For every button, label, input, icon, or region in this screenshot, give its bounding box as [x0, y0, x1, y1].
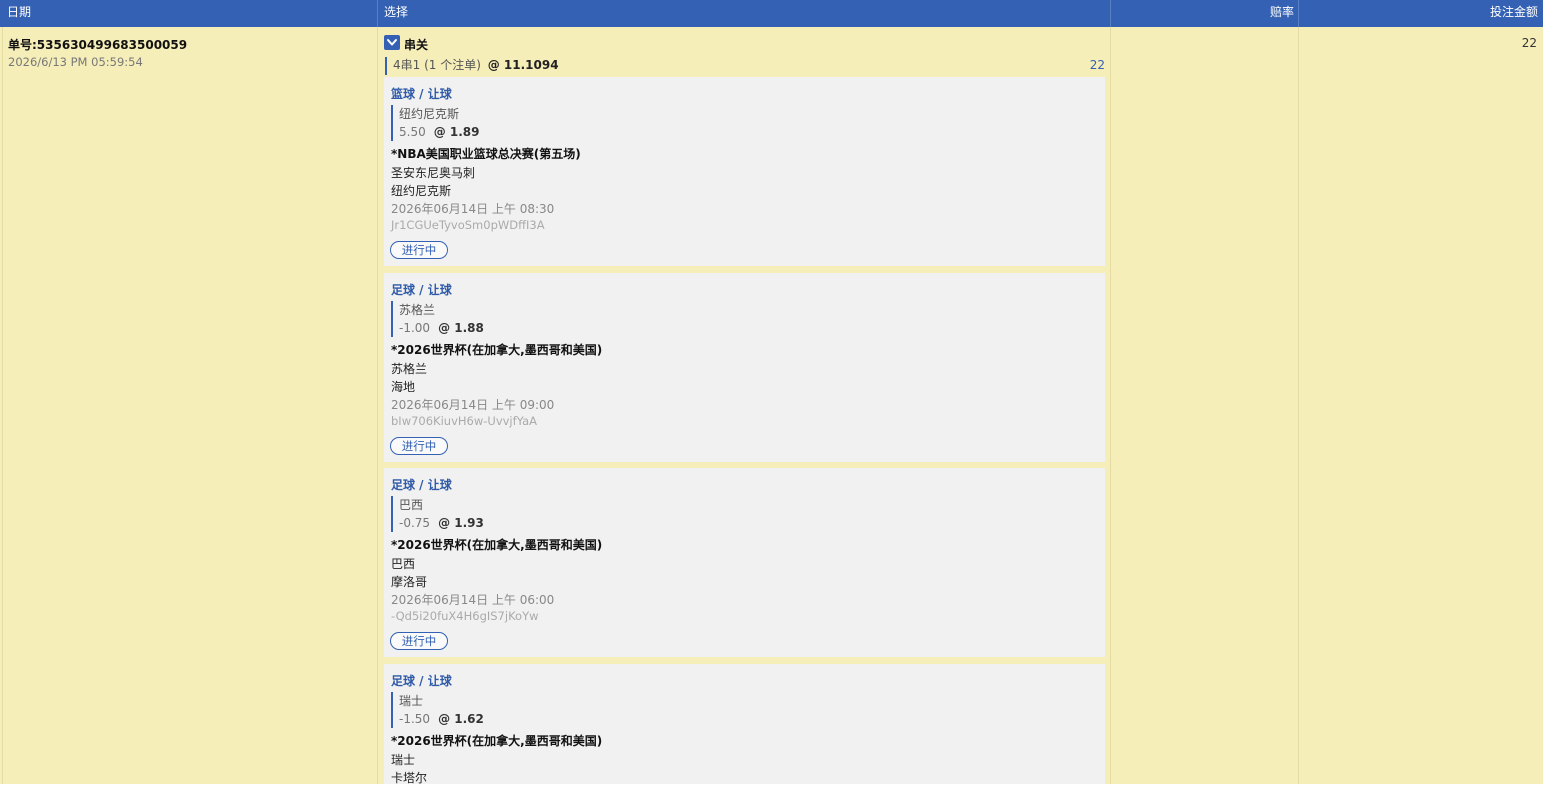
- leg-home-team: 圣安东尼奥马刺: [391, 166, 476, 180]
- stake-amount: 22: [1521, 36, 1537, 50]
- leg-selection-line: 5.50 @ 1.89: [399, 123, 480, 141]
- leg-handicap: -0.75: [399, 516, 431, 530]
- leg-selection-line: -0.75 @ 1.93: [399, 514, 484, 532]
- column-divider: [377, 27, 378, 784]
- leg-event: *2026世界杯(在加拿大,墨西哥和美国): [391, 734, 603, 748]
- leg-selection-name: 巴西: [399, 498, 424, 512]
- leg-selection-line: -1.00 @ 1.88: [399, 319, 484, 337]
- leg-code: bIw706KiuvH6w-UvvjfYaA: [391, 414, 538, 428]
- header-date: 日期: [7, 5, 32, 19]
- leg-kickoff: 2026年06月14日 上午 09:00: [391, 398, 555, 412]
- leg-selection: 苏格兰 -1.00 @ 1.88: [391, 301, 484, 337]
- parlay-summary-text: 4串1 (1 个注单): [393, 58, 481, 72]
- leg-event: *NBA美国职业篮球总决赛(第五场): [391, 147, 581, 161]
- leg-odds: @ 1.89: [433, 125, 480, 139]
- leg-selection-name: 纽约尼克斯: [399, 107, 460, 121]
- list-item: 足球 / 让球 巴西 -0.75 @ 1.93 *2026世界杯(在加拿大,墨西哥…: [384, 468, 1105, 657]
- chevron-down-icon[interactable]: [384, 35, 400, 50]
- leg-selection: 巴西 -0.75 @ 1.93: [391, 496, 484, 532]
- header-divider: [377, 0, 378, 27]
- parlay-total-odds: @ 11.1094: [487, 58, 559, 72]
- leg-handicap: -1.00: [399, 321, 431, 335]
- leg-home-team: 瑞士: [391, 753, 416, 767]
- list-item: 篮球 / 让球 纽约尼克斯 5.50 @ 1.89 *NBA美国职业篮球总决赛(第…: [384, 77, 1105, 266]
- leg-odds: @ 1.93: [438, 516, 484, 530]
- parlay-amount: 22: [1089, 58, 1105, 72]
- column-divider: [1110, 27, 1111, 784]
- leg-selection-name: 瑞士: [399, 694, 424, 708]
- header-selection: 选择: [384, 5, 409, 19]
- leg-selection-line: -1.50 @ 1.62: [399, 710, 484, 728]
- list-item: 足球 / 让球 苏格兰 -1.00 @ 1.88 *2026世界杯(在加拿大,墨西…: [384, 273, 1105, 462]
- leg-code: Jr1CGUeTyvoSm0pWDffI3A: [391, 218, 545, 232]
- leg-event: *2026世界杯(在加拿大,墨西哥和美国): [391, 538, 603, 552]
- table-header: 日期 选择 赔率 投注金额: [0, 0, 1543, 27]
- parlay-summary: 4串1 (1 个注单) @ 11.1094 22: [385, 57, 1105, 75]
- leg-odds: @ 1.62: [438, 712, 484, 726]
- leg-away-team: 卡塔尔: [391, 771, 428, 784]
- leg-kickoff: 2026年06月14日 上午 06:00: [391, 593, 555, 607]
- leg-handicap: 5.50: [399, 125, 426, 139]
- status-badge: 进行中: [390, 632, 448, 650]
- column-divider: [2, 27, 3, 784]
- leg-home-team: 巴西: [391, 557, 416, 571]
- parlay-title[interactable]: 串关: [404, 36, 428, 53]
- leg-away-team: 海地: [391, 380, 416, 394]
- order-time: 2026/6/13 PM 05:59:54: [8, 55, 143, 69]
- leg-handicap: -1.50: [399, 712, 431, 726]
- table-row: 单号:535630499683500059 2026/6/13 PM 05:59…: [0, 27, 1543, 784]
- leg-category: 足球 / 让球: [391, 283, 452, 297]
- leg-kickoff: 2026年06月14日 上午 08:30: [391, 202, 555, 216]
- leg-category: 篮球 / 让球: [391, 87, 452, 101]
- column-divider: [1298, 27, 1299, 784]
- leg-selection: 瑞士 -1.50 @ 1.62: [391, 692, 484, 728]
- leg-away-team: 纽约尼克斯: [391, 184, 452, 198]
- leg-category: 足球 / 让球: [391, 478, 452, 492]
- leg-selection-name: 苏格兰: [399, 303, 436, 317]
- leg-odds: @ 1.88: [438, 321, 484, 335]
- leg-selection: 纽约尼克斯 5.50 @ 1.89: [391, 105, 480, 141]
- leg-code: -Qd5i20fuX4H6gIS7jKoYw: [391, 609, 539, 623]
- leg-home-team: 苏格兰: [391, 362, 428, 376]
- header-odds: 赔率: [1269, 5, 1294, 19]
- header-stake: 投注金额: [1489, 5, 1538, 19]
- list-item: 足球 / 让球 瑞士 -1.50 @ 1.62 *2026世界杯(在加拿大,墨西哥…: [384, 664, 1105, 784]
- leg-away-team: 摩洛哥: [391, 575, 428, 589]
- leg-event: *2026世界杯(在加拿大,墨西哥和美国): [391, 343, 603, 357]
- status-badge: 进行中: [390, 241, 448, 259]
- leg-category: 足球 / 让球: [391, 674, 452, 688]
- order-number: 单号:535630499683500059: [8, 38, 188, 52]
- status-badge: 进行中: [390, 437, 448, 455]
